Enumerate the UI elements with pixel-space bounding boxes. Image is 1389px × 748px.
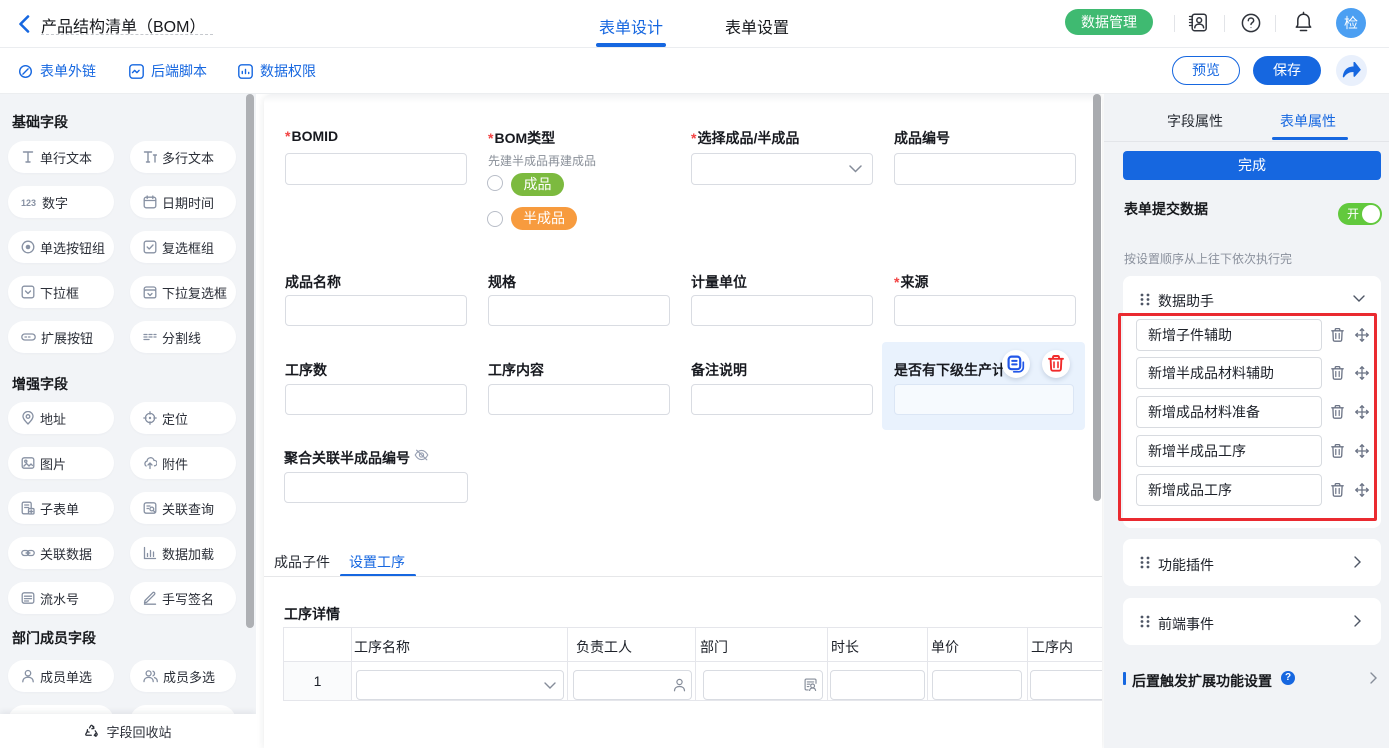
svg-text:123: 123: [21, 198, 36, 208]
